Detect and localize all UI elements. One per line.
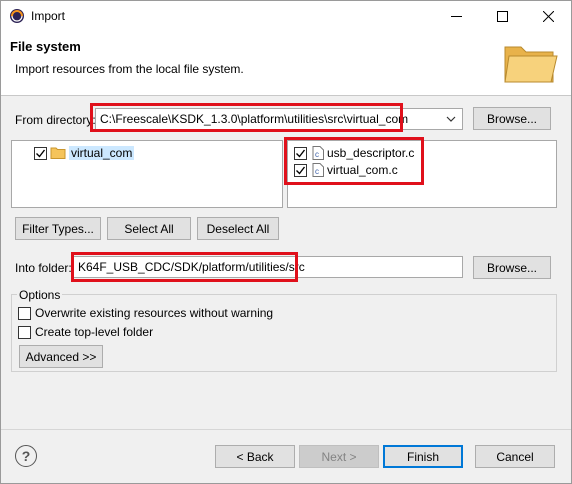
tree-item-checkbox[interactable]: [34, 146, 47, 160]
tree-item-virtual-com[interactable]: virtual_com: [34, 144, 135, 162]
back-button[interactable]: < Back: [215, 445, 295, 468]
into-folder-value: K64F_USB_CDC/SDK/platform/utilities/src: [78, 260, 305, 274]
file-item-virtual-com-c[interactable]: c virtual_com.c: [294, 161, 398, 179]
app-icon: [10, 9, 24, 23]
finish-button[interactable]: Finish: [383, 445, 463, 468]
check-icon: [296, 149, 306, 158]
c-file-icon: c: [312, 163, 324, 177]
file-item-checkbox[interactable]: [294, 163, 307, 177]
check-icon: [36, 149, 46, 158]
from-directory-combo[interactable]: C:\Freescale\KSDK_1.3.0\platform\utiliti…: [95, 108, 463, 130]
file-item-checkbox[interactable]: [294, 146, 307, 160]
options-title: Options: [17, 288, 63, 302]
overwrite-checkbox[interactable]: [18, 306, 31, 320]
create-top-level-checkbox[interactable]: [18, 325, 31, 339]
tree-item-label: virtual_com: [69, 146, 135, 160]
overwrite-option[interactable]: Overwrite existing resources without war…: [18, 306, 273, 320]
chevron-down-icon[interactable]: [446, 114, 456, 124]
from-directory-value: C:\Freescale\KSDK_1.3.0\platform\utiliti…: [100, 112, 409, 126]
help-icon[interactable]: ?: [15, 445, 37, 467]
create-top-level-label: Create top-level folder: [35, 325, 154, 339]
window-title: Import: [31, 9, 66, 23]
into-folder-label: Into folder:: [15, 261, 72, 275]
into-folder-browse-button[interactable]: Browse...: [473, 256, 551, 279]
create-top-level-option[interactable]: Create top-level folder: [18, 325, 153, 339]
c-file-icon: c: [312, 146, 324, 160]
next-button[interactable]: Next >: [299, 445, 379, 468]
close-button[interactable]: [525, 1, 571, 31]
select-all-button[interactable]: Select All: [107, 217, 191, 240]
maximize-icon: [496, 10, 508, 22]
page-title: File system: [10, 39, 81, 54]
file-item-usb-descriptor[interactable]: c usb_descriptor.c: [294, 144, 414, 162]
folder-tree: virtual_com: [11, 140, 283, 208]
svg-text:c: c: [315, 167, 319, 176]
folder-banner-icon: [504, 46, 558, 83]
file-item-label: virtual_com.c: [327, 163, 398, 177]
file-list: c usb_descriptor.c c virtual_com.c: [287, 140, 557, 208]
cancel-button[interactable]: Cancel: [475, 445, 555, 468]
deselect-all-button[interactable]: Deselect All: [197, 217, 279, 240]
close-icon: [542, 10, 554, 22]
advanced-button[interactable]: Advanced >>: [19, 345, 103, 368]
import-dialog: Import File system Import resources from…: [0, 0, 572, 484]
svg-text:c: c: [315, 150, 319, 159]
footer-separator: [1, 429, 571, 430]
overwrite-label: Overwrite existing resources without war…: [35, 306, 274, 320]
minimize-icon: [450, 15, 462, 17]
page-description: Import resources from the local file sys…: [15, 62, 244, 76]
into-folder-input[interactable]: K64F_USB_CDC/SDK/platform/utilities/src: [73, 256, 463, 278]
filter-types-button[interactable]: Filter Types...: [15, 217, 101, 240]
from-directory-browse-button[interactable]: Browse...: [473, 107, 551, 130]
check-icon: [296, 166, 306, 175]
title-bar: Import: [1, 1, 571, 31]
file-item-label: usb_descriptor.c: [327, 146, 415, 160]
maximize-button[interactable]: [479, 1, 525, 31]
folder-icon: [50, 147, 66, 159]
minimize-button[interactable]: [433, 1, 479, 31]
wizard-header: File system Import resources from the lo…: [1, 31, 571, 96]
from-directory-label: From directory:: [15, 113, 96, 127]
